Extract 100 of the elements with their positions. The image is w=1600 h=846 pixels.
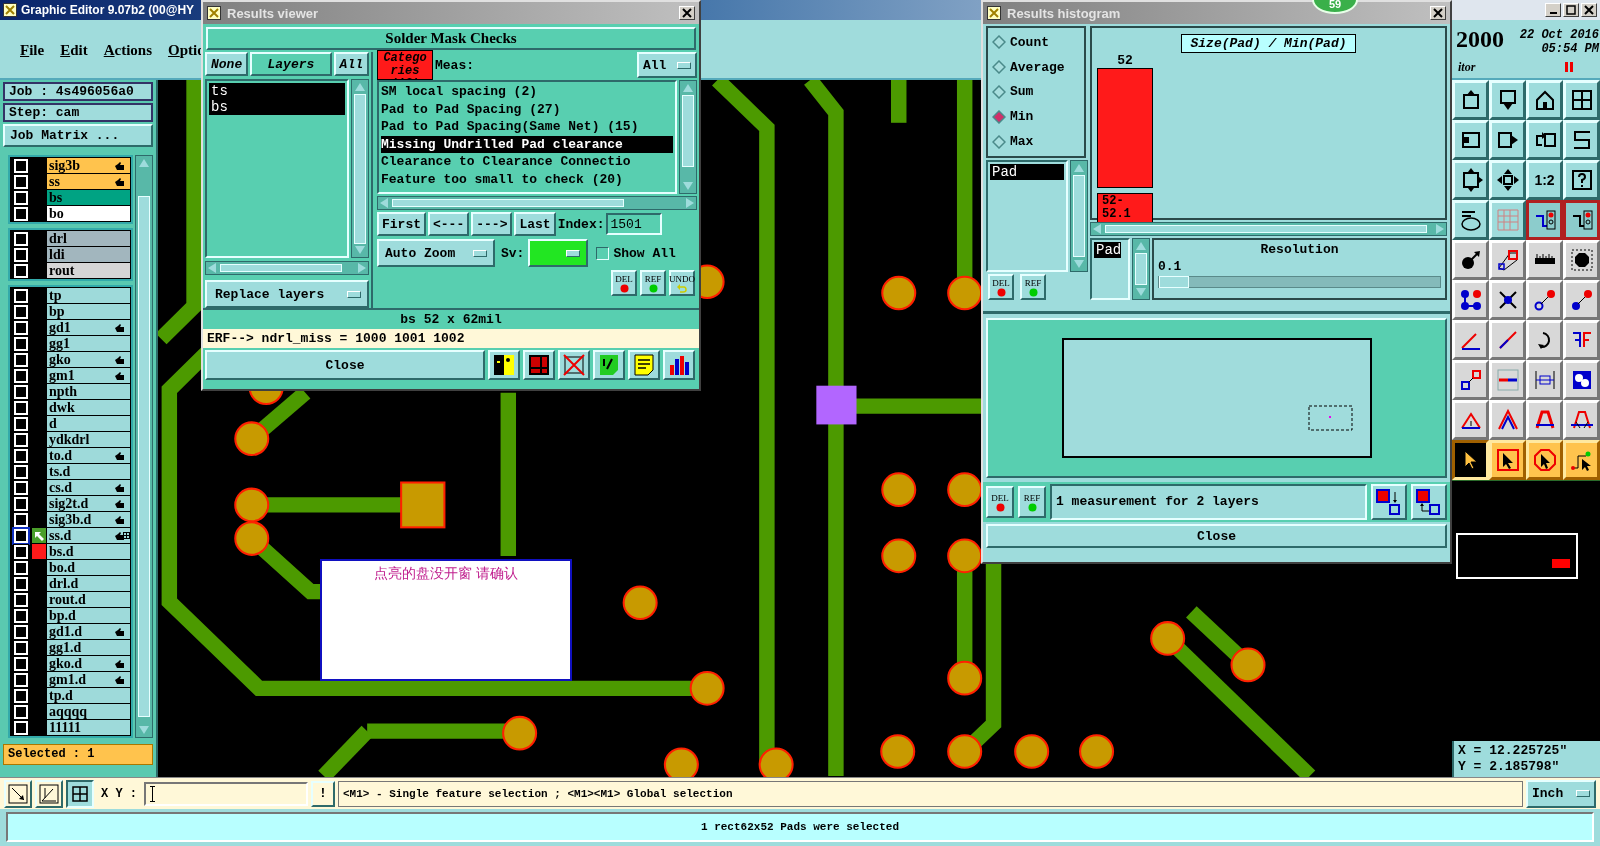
layer-name[interactable]: drl [47, 231, 130, 246]
category-item[interactable]: Missing Undrilled Pad clearance [381, 135, 673, 153]
mode-radio[interactable]: Average [992, 59, 1080, 75]
layer-name[interactable]: bo [47, 206, 130, 221]
layer-name[interactable]: bo.d [47, 560, 130, 575]
layer-name[interactable]: ss [47, 174, 130, 189]
navigation-button[interactable]: ---> [471, 212, 513, 236]
menu-item[interactable]: File [20, 42, 45, 78]
layer-name[interactable]: dwk [47, 400, 130, 415]
layer-name[interactable]: gm1 [47, 368, 130, 383]
menu-item[interactable]: Actions [103, 42, 153, 78]
layer-name[interactable]: bs.d [47, 544, 130, 559]
zoom-mode-dropdown[interactable]: Auto Zoom [377, 239, 495, 267]
layer-filter-button[interactable]: All [333, 52, 369, 76]
layer-name[interactable]: ldi [47, 247, 130, 262]
close-button[interactable]: Close [205, 350, 485, 380]
close-button[interactable]: Close [986, 524, 1447, 548]
action-button[interactable]: UNDO [669, 270, 695, 296]
layer-name[interactable]: gd1.d [47, 624, 130, 639]
layer-name[interactable]: cs.d [47, 480, 130, 495]
tool-button[interactable]: 1:2 [1526, 160, 1563, 200]
layer-name[interactable]: gko.d [47, 656, 130, 671]
layer-name[interactable]: sig3b.d [47, 512, 130, 527]
y-coordinate: Y = 2.185798" [1458, 759, 1561, 775]
index-field[interactable]: 1501 [606, 213, 663, 235]
category-item[interactable]: Clearance to Clearance Connectio [381, 153, 673, 171]
severity-label: Sv: [501, 245, 525, 261]
check-title: Solder Mask Checks [206, 27, 696, 50]
action-button[interactable]: DEL [986, 486, 1014, 518]
category-item[interactable]: Pad to Pad Spacing(Same Net) (15) [381, 118, 673, 136]
selection-count: Selected : 1 [3, 744, 153, 765]
layer-name[interactable]: rout [47, 263, 130, 278]
feature-item[interactable]: Pad [990, 164, 1064, 180]
layer-name[interactable]: rout.d [47, 592, 130, 607]
alert-button[interactable]: ! [311, 780, 335, 807]
layer-name[interactable]: gko [47, 352, 130, 367]
index-label: Index: [557, 216, 605, 232]
layer-name[interactable]: gd1 [47, 320, 130, 335]
layer-name[interactable]: d [47, 416, 130, 431]
window-title: Results histogram [1007, 5, 1121, 21]
action-button[interactable]: DEL [611, 270, 637, 296]
action-button[interactable]: REF [640, 270, 666, 296]
layer-name[interactable]: to.d [47, 448, 130, 463]
mode-radio[interactable]: Count [992, 34, 1080, 50]
layer-name[interactable]: ydkdrl [47, 432, 130, 447]
navigation-button[interactable]: Last [514, 212, 556, 236]
layer-name[interactable]: gm1.d [47, 672, 130, 687]
meas-label: Meas: [435, 57, 474, 73]
mode-radio[interactable]: Max [992, 134, 1080, 150]
layer-name[interactable]: sig2t.d [47, 496, 130, 511]
layer-filter-button[interactable]: Layers [250, 52, 332, 76]
category-item[interactable]: SM local spacing (2) [381, 83, 673, 101]
layer-name[interactable]: bp [47, 304, 130, 319]
mode-radio[interactable]: Min [992, 109, 1080, 125]
layer-filter-button[interactable]: None [205, 52, 249, 76]
product-subtitle: itor [1458, 60, 1476, 75]
bin-label: 52-52.1 [1097, 193, 1153, 223]
job-matrix-button[interactable]: Job Matrix ... [3, 124, 153, 147]
layer-name[interactable]: sig3b [47, 158, 130, 173]
layer-name[interactable]: gg1.d [47, 640, 130, 655]
note-text: 点亮的盘没开窗 请确认 [373, 565, 519, 583]
layer-name[interactable]: ts.d [47, 464, 130, 479]
category-item[interactable]: Feature too small to check (20) [381, 170, 673, 188]
window-title: Graphic Editor 9.07b2 (00@HY [21, 3, 195, 17]
navigation-button[interactable]: First [377, 212, 426, 236]
action-button[interactable]: REF [1018, 486, 1046, 518]
layer-name[interactable]: tp.d [47, 688, 130, 703]
layer-name[interactable]: tp [47, 288, 130, 303]
layer-item[interactable]: ts [209, 83, 345, 99]
category-item[interactable]: Pad to Pad Spacing (27) [381, 100, 673, 118]
layer-name[interactable]: bp.d [47, 608, 130, 623]
menu-item[interactable]: Edit [60, 42, 88, 78]
categories-button[interactable]: Categories [377, 50, 433, 80]
navigation-button[interactable]: <--- [428, 212, 470, 236]
show-all-label: Show All [613, 245, 676, 261]
attribute-item[interactable]: Pad [1094, 242, 1122, 258]
x-coordinate: X = 12.225725" [1458, 743, 1569, 759]
mode-radio[interactable]: Sum [992, 84, 1080, 100]
step-field: Step: cam [3, 103, 153, 122]
action-button[interactable]: REF [1020, 274, 1046, 300]
resolution-value: 0.1 [1158, 259, 1183, 274]
xy-label: X Y : [101, 786, 137, 801]
layer-name[interactable]: ss.d [47, 528, 130, 543]
time-text: 05:54 PM [1541, 42, 1599, 56]
units-dropdown[interactable]: Inch [1526, 779, 1596, 808]
layer-name[interactable]: aqqqq [47, 704, 130, 719]
layer-name[interactable]: drl.d [47, 576, 130, 591]
date-text: 22 Oct 2016 [1519, 28, 1599, 42]
status-bar: 1 rect62x52 Pads were selected [6, 812, 1594, 842]
chart-title: Size(Pad) / Min(Pad) [1181, 34, 1356, 53]
layer-name[interactable]: gg1 [47, 336, 130, 351]
action-button[interactable]: DEL [988, 274, 1014, 300]
meas-dropdown[interactable]: All [637, 52, 697, 78]
layer-name[interactable]: npth [47, 384, 130, 399]
layer-name[interactable]: 11111 [47, 720, 130, 735]
layer-mode-dropdown[interactable]: Replace layers [205, 280, 369, 308]
window-title: Results viewer [227, 5, 319, 21]
resolution-label: Resolution [1260, 242, 1339, 257]
layer-item[interactable]: bs [209, 99, 345, 115]
layer-name[interactable]: bs [47, 190, 130, 205]
